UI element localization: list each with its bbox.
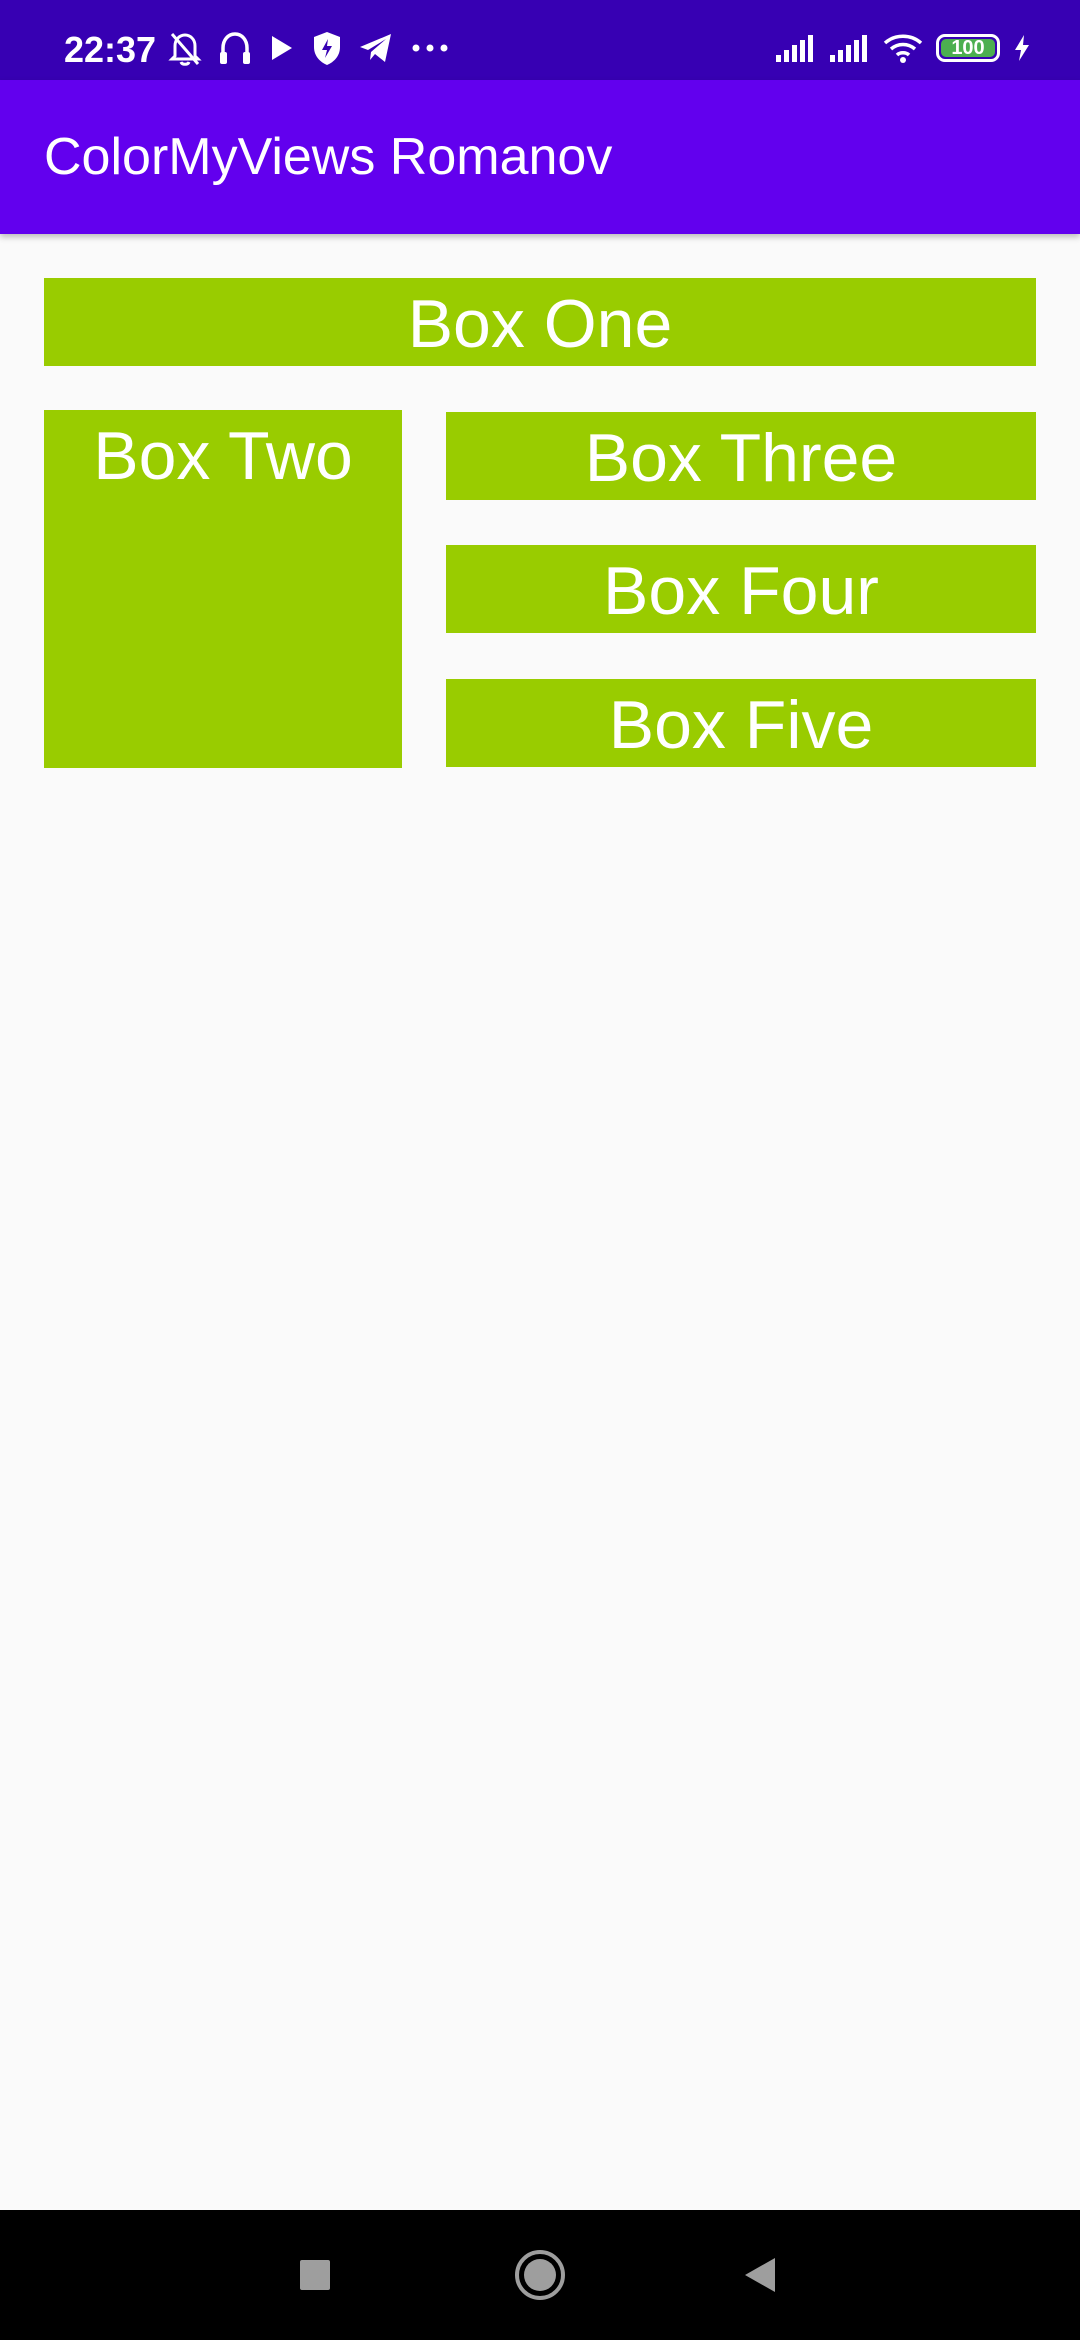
- signal-icon: [828, 33, 870, 63]
- back-icon: [742, 2255, 778, 2295]
- app-bar: ColorMyViews Romanov: [0, 80, 1080, 234]
- battery-level: 100: [951, 36, 985, 59]
- navigation-bar: [0, 2210, 1080, 2340]
- shield-icon: [312, 30, 342, 66]
- headphones-icon: [218, 30, 252, 66]
- box-three[interactable]: Box Three: [446, 412, 1036, 500]
- back-button[interactable]: [700, 2210, 820, 2340]
- recent-apps-button[interactable]: [255, 2210, 375, 2340]
- home-icon: [514, 2249, 566, 2301]
- battery-icon: 100: [936, 34, 1000, 62]
- wifi-icon: [882, 31, 924, 65]
- screen: 22:37 100 ColorMyViews Romanov Box One B…: [0, 0, 1080, 2340]
- app-title: ColorMyViews Romanov: [44, 128, 613, 186]
- home-button[interactable]: [480, 2210, 600, 2340]
- play-icon: [268, 32, 296, 64]
- recent-apps-icon: [298, 2258, 332, 2292]
- status-bar: 22:37 100: [0, 0, 1080, 80]
- box-five[interactable]: Box Five: [446, 679, 1036, 767]
- box-one[interactable]: Box One: [44, 278, 1036, 366]
- status-time: 22:37: [64, 29, 157, 70]
- status-left-icons: [168, 28, 450, 68]
- box-two[interactable]: Box Two: [44, 410, 402, 768]
- muted-bell-icon: [168, 30, 202, 66]
- signal-icon: [774, 33, 816, 63]
- telegram-icon: [358, 31, 394, 65]
- content-area[interactable]: Box One Box Two Box Three Box Four Box F…: [0, 234, 1080, 2210]
- more-dots-icon: [410, 42, 450, 54]
- box-four[interactable]: Box Four: [446, 545, 1036, 633]
- status-right-icons: 100: [774, 28, 1032, 68]
- charging-icon: [1012, 33, 1032, 63]
